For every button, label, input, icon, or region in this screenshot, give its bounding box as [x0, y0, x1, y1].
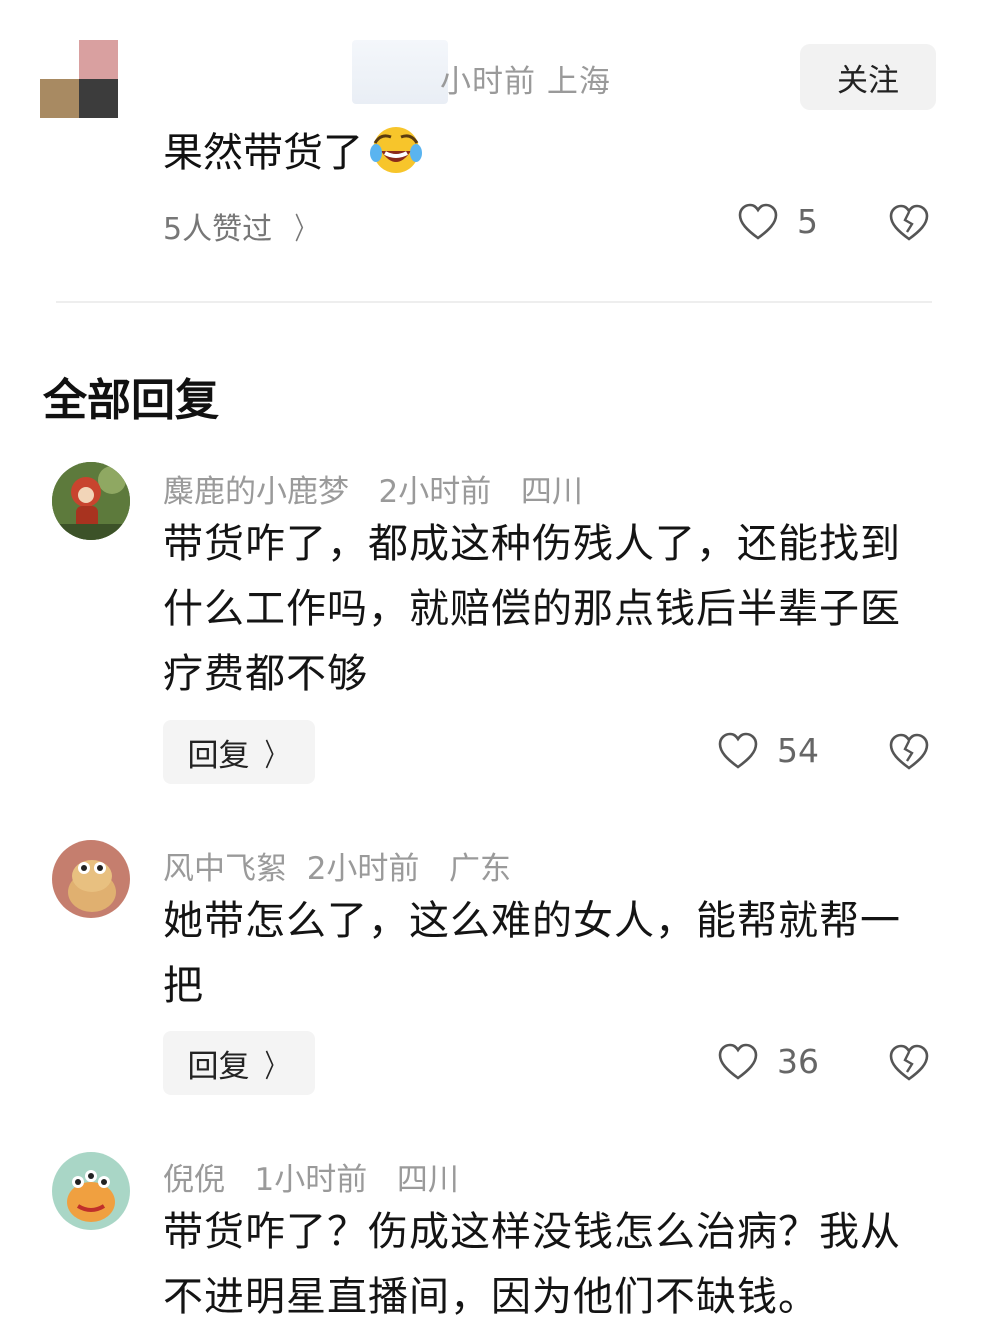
chevron-right-icon: 〉 [294, 212, 316, 247]
divider [56, 301, 932, 303]
reply-button[interactable]: 回复 〉 [163, 1031, 315, 1095]
liked-summary[interactable]: 5人赞过 〉 [163, 204, 320, 248]
like-count: 54 [777, 731, 819, 770]
avatar[interactable] [52, 840, 130, 918]
chevron-right-icon: 〉 [264, 1048, 286, 1085]
comment-text: 果然带货了 [163, 120, 425, 178]
broken-heart-icon[interactable] [888, 1044, 930, 1082]
comment-text-content: 果然带货了 [163, 130, 363, 176]
like-button[interactable]: 5 [737, 202, 818, 241]
laughing-emoji-icon [370, 127, 422, 173]
reply-text: 带货咋了，都成这种伤残人了，还能找到什么工作吗，就赔偿的那点钱后半辈子医疗费都不… [163, 521, 901, 697]
avatar[interactable] [52, 462, 130, 540]
reply-button-label: 回复 [187, 737, 250, 774]
liked-summary-text: 5人赞过 [163, 212, 273, 247]
like-count: 36 [777, 1042, 819, 1081]
like-button[interactable]: 36 [717, 1042, 819, 1081]
avatar-image [52, 1152, 130, 1230]
section-title: 全部回复 [43, 375, 219, 426]
avatar[interactable] [40, 40, 118, 118]
broken-heart-icon[interactable] [888, 204, 930, 242]
follow-button[interactable]: 关注 [800, 44, 936, 110]
reply-meta: 风中飞絮 2小时前 广东 [163, 851, 511, 887]
avatar[interactable] [52, 1152, 130, 1230]
username-blurred [352, 40, 448, 104]
like-button[interactable]: 54 [717, 731, 819, 770]
avatar-image [52, 840, 130, 918]
avatar-image [52, 462, 130, 540]
comment-meta: 小时前 上海 [440, 64, 611, 100]
reply-text: 带货咋了？伤成这样没钱怎么治病？我从不进明星直播间，因为他们不缺钱。 [163, 1209, 901, 1320]
broken-heart-icon[interactable] [888, 733, 930, 771]
reply-button[interactable]: 回复 〉 [163, 720, 315, 784]
heart-outline-icon [718, 732, 758, 769]
like-count: 5 [797, 202, 818, 241]
reply-meta: 倪倪 1小时前 四川 [163, 1162, 459, 1198]
chevron-right-icon: 〉 [264, 737, 286, 774]
reply-button-label: 回复 [187, 1048, 250, 1085]
reply-text: 她带怎么了，这么难的女人，能帮就帮一把 [163, 898, 901, 1009]
reply-meta: 麋鹿的小鹿梦 2小时前 四川 [163, 474, 583, 510]
heart-outline-icon [718, 1043, 758, 1080]
heart-outline-icon [738, 203, 778, 240]
